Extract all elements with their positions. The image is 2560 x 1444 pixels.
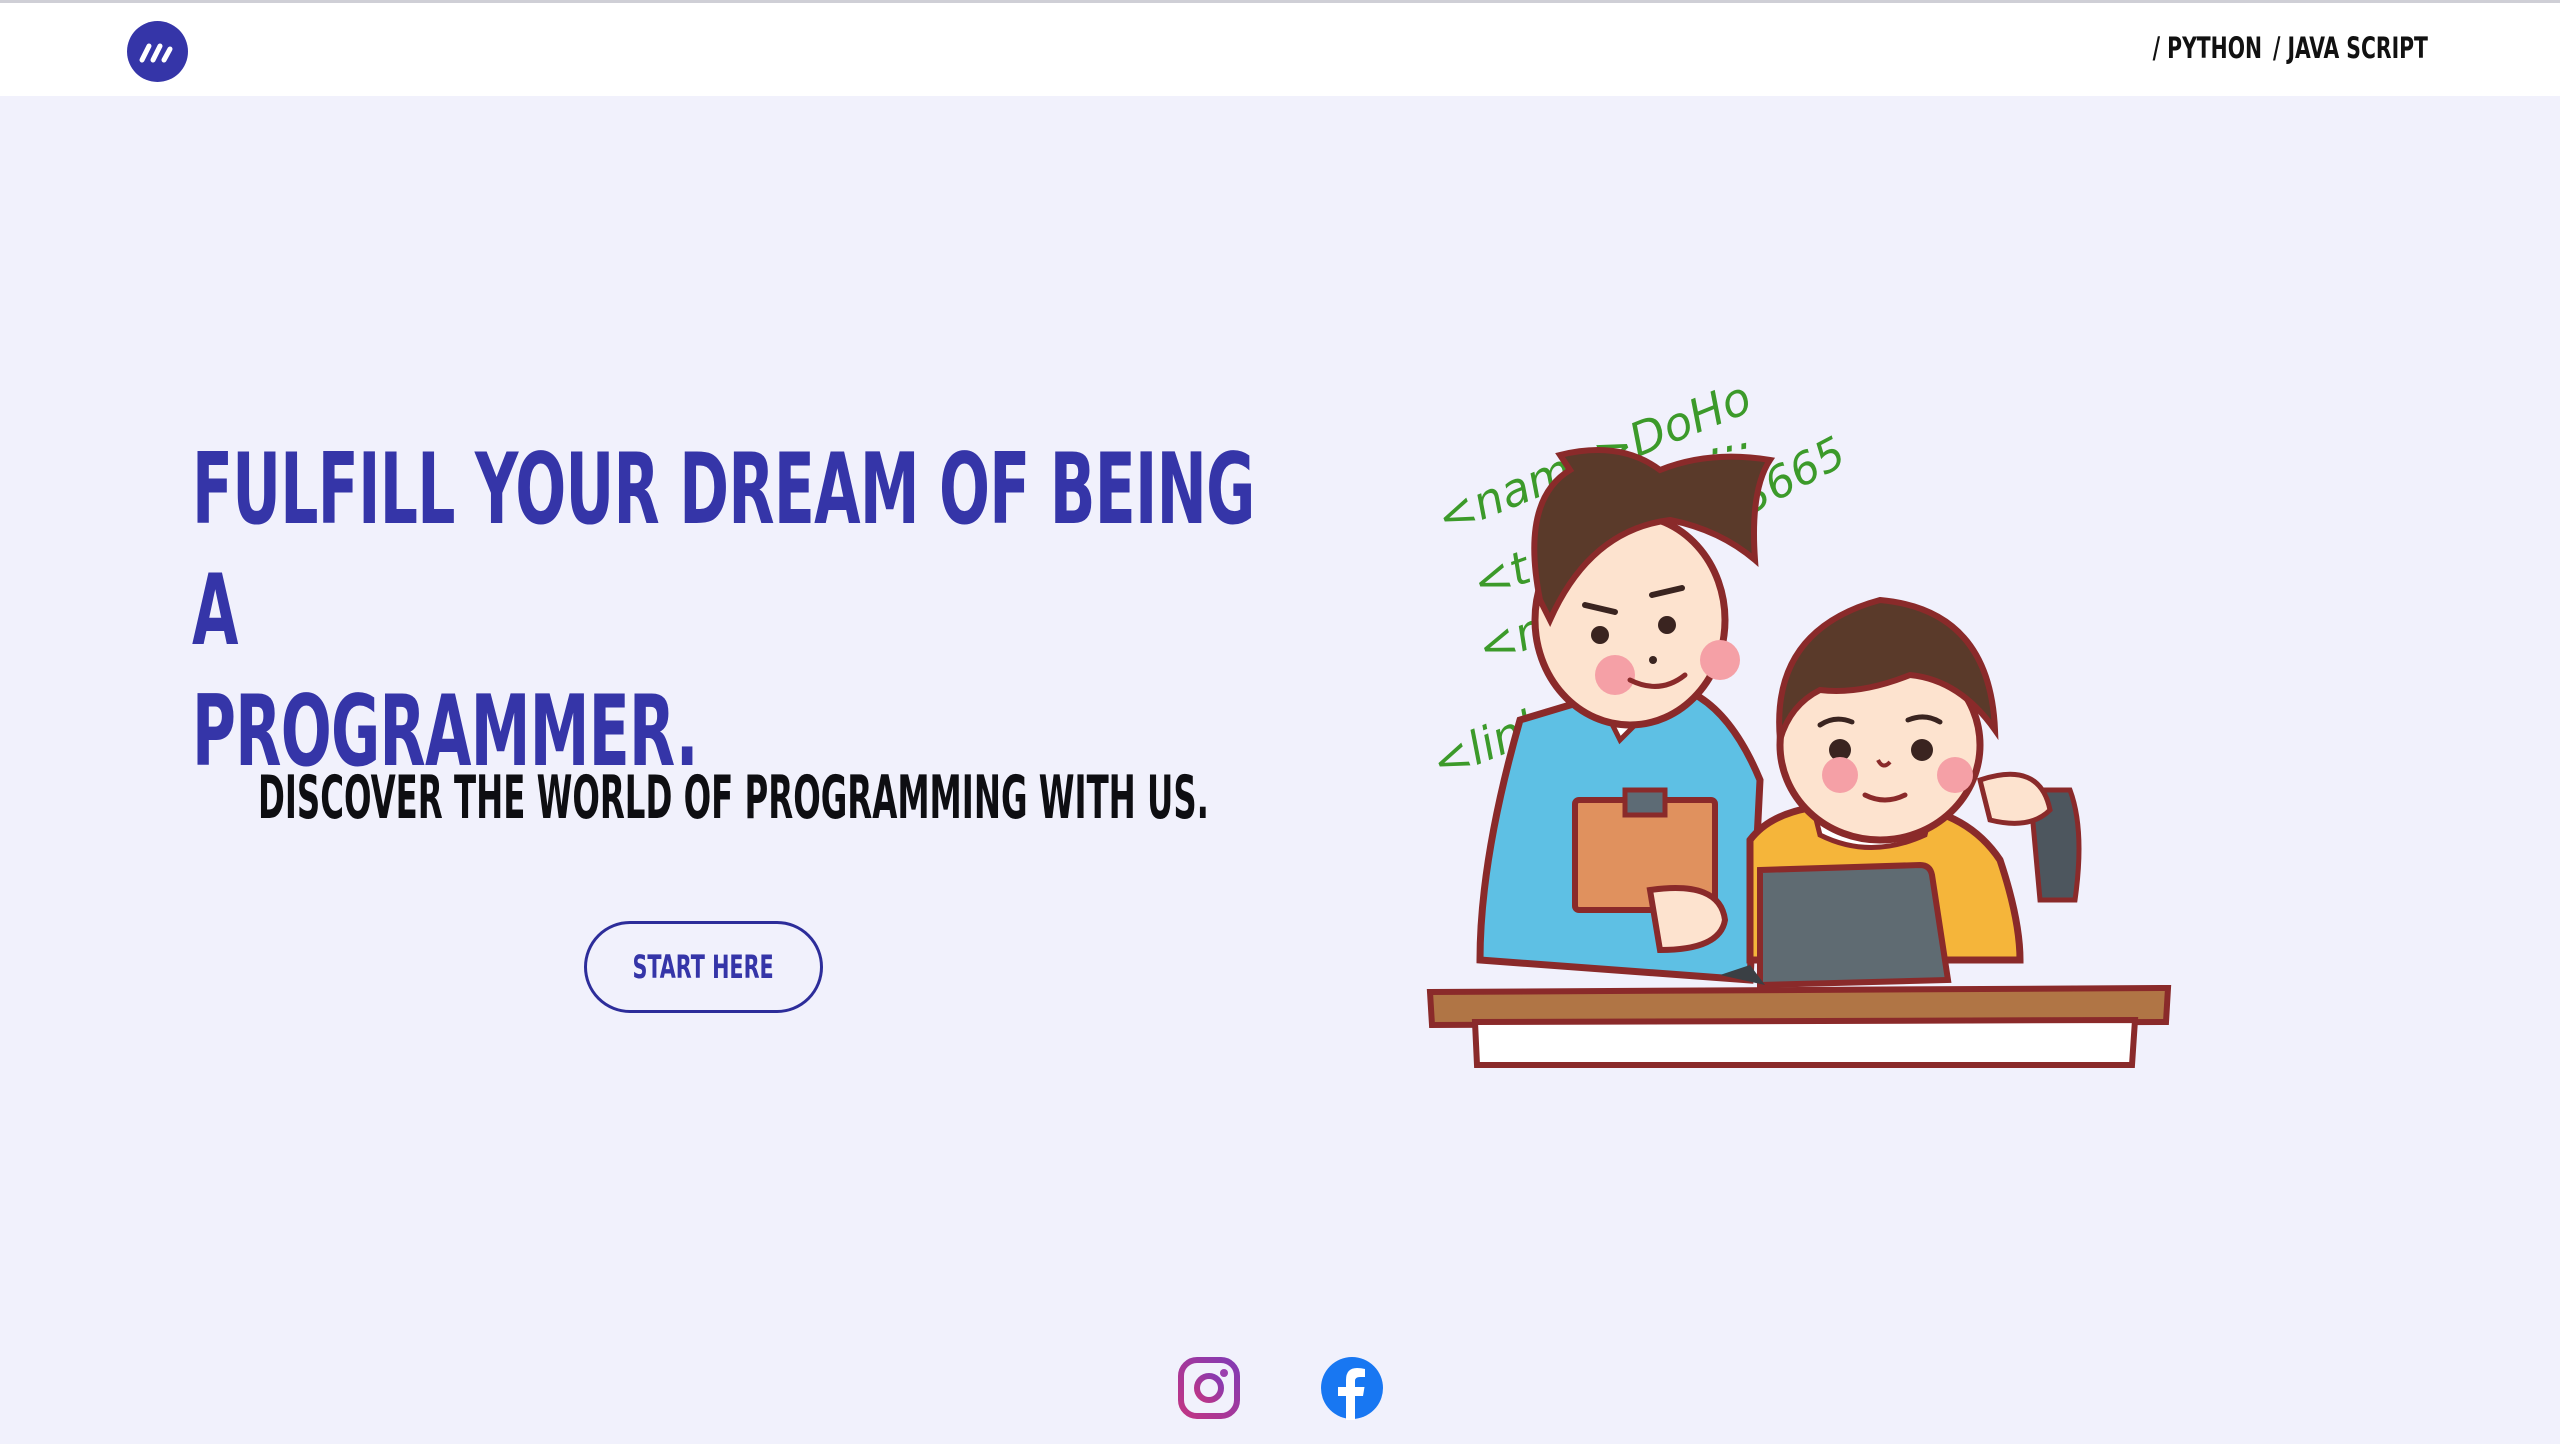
programmers-illustration: <name>DoHo ... 3665 <t <m <link> [1424, 370, 2172, 1068]
hero-title: FULFILL YOUR DREAM OF BEING A PROGRAMMER… [192, 430, 1314, 793]
hero-title-line1: FULFILL YOUR DREAM OF BEING A [192, 433, 1255, 668]
facebook-icon[interactable] [1320, 1356, 1384, 1420]
start-here-label: START HERE [632, 948, 775, 986]
nav-link-javascript[interactable]: / JAVA SCRIPT [2273, 31, 2428, 65]
code-line-t: <t [1465, 540, 1538, 611]
hero-subtitle: DISCOVER THE WORLD OF PROGRAMMING WITH U… [258, 763, 1209, 833]
instagram-icon[interactable] [1177, 1356, 1241, 1420]
site-header: / PYTHON / JAVA SCRIPT [0, 3, 2560, 96]
start-here-button[interactable]: START HERE [584, 921, 823, 1013]
nav-link-python[interactable]: / PYTHON [2153, 31, 2262, 65]
brand-logo-icon[interactable] [127, 21, 188, 82]
main-nav: / PYTHON / JAVA SCRIPT [2153, 31, 2428, 65]
